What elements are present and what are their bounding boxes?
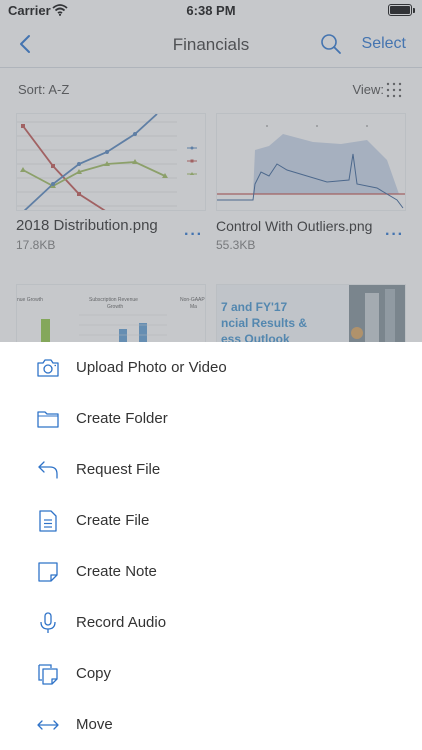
sheet-item-label: Copy (76, 665, 112, 682)
camera-icon (37, 359, 59, 377)
dim-overlay[interactable] (0, 0, 422, 342)
sheet-item-label: Record Audio (76, 614, 167, 631)
request-file-option[interactable]: Request File (0, 444, 422, 495)
file-icon (39, 510, 57, 532)
move-icon (37, 720, 59, 730)
create-file-option[interactable]: Create File (0, 495, 422, 546)
request-file-icon (38, 461, 58, 479)
record-audio-option[interactable]: Record Audio (0, 597, 422, 648)
sheet-item-label: Request File (76, 461, 161, 478)
create-folder-option[interactable]: Create Folder (0, 393, 422, 444)
upload-photo-video-option[interactable]: Upload Photo or Video (0, 342, 422, 393)
move-option[interactable]: Move (0, 699, 422, 750)
sheet-item-label: Create Note (76, 563, 157, 580)
action-sheet: Upload Photo or Video Create Folder Requ… (0, 342, 422, 750)
copy-icon (38, 664, 58, 685)
create-note-option[interactable]: Create Note (0, 546, 422, 597)
sheet-item-label: Move (76, 716, 113, 733)
sheet-item-label: Create Folder (76, 410, 168, 427)
copy-option[interactable]: Copy (0, 648, 422, 699)
note-icon (38, 562, 58, 582)
sheet-item-label: Create File (76, 512, 150, 529)
folder-icon (37, 411, 59, 428)
microphone-icon (40, 612, 56, 633)
sheet-item-label: Upload Photo or Video (76, 359, 227, 376)
